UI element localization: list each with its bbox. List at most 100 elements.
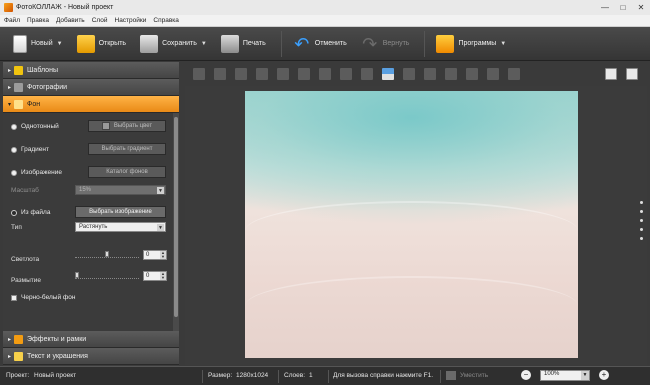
- gradient-option[interactable]: Градиент: [11, 146, 49, 153]
- undo-label: Отменить: [314, 40, 347, 47]
- collage-canvas[interactable]: [245, 91, 578, 358]
- lock-icon[interactable]: [508, 68, 520, 80]
- choose-gradient-label: Выбрать градиент: [101, 146, 153, 152]
- photos-icon: [14, 82, 24, 92]
- blur-slider[interactable]: [75, 272, 139, 279]
- star-icon[interactable]: [466, 68, 478, 80]
- color-swatch: [101, 122, 110, 130]
- programs-button[interactable]: Программы ▼: [431, 30, 511, 58]
- fit-icon[interactable]: [446, 371, 456, 380]
- bw-checkbox[interactable]: [11, 294, 17, 301]
- spinner-arrows-icon[interactable]: ▲ ▼: [160, 272, 166, 280]
- save-button[interactable]: Сохранить ▼: [135, 30, 212, 58]
- redo-icon: ↷: [362, 33, 378, 54]
- blur-value: 0: [146, 273, 150, 279]
- brightness-slider[interactable]: [75, 251, 139, 258]
- open-button[interactable]: Открыть: [72, 30, 132, 58]
- menu-layer[interactable]: Слой: [92, 17, 108, 24]
- perspective-icon[interactable]: [361, 68, 373, 80]
- menu-settings[interactable]: Настройки: [115, 17, 147, 24]
- title-bar: ФотоКОЛЛАЖ - Новый проект — □ ✕: [0, 0, 650, 15]
- accordion-photos[interactable]: ▸ Фотографии: [3, 79, 179, 96]
- accordion-effects[interactable]: ▸ Эффекты и рамки: [3, 331, 179, 348]
- accordion-background[interactable]: ▾ Фон: [3, 96, 179, 113]
- brightness-value: 0: [146, 252, 150, 258]
- from-file-option[interactable]: Из файла: [11, 209, 50, 216]
- size-value: 1280x1024: [236, 372, 269, 379]
- chevron-down-icon[interactable]: ▼: [500, 41, 506, 47]
- chevron-right-icon: ▸: [8, 84, 12, 91]
- side-panel-handle[interactable]: [640, 201, 643, 246]
- flip-icon[interactable]: [298, 68, 310, 80]
- chevron-right-icon: ▸: [8, 353, 12, 360]
- menu-file[interactable]: Файл: [4, 17, 20, 24]
- brightness-label: Светлота: [11, 256, 40, 263]
- spinner-arrows-icon[interactable]: ▲ ▼: [160, 251, 166, 259]
- print-button[interactable]: Печать: [216, 30, 271, 58]
- redo-label: Вернуть: [382, 40, 410, 47]
- redo-button[interactable]: ↷ Вернуть: [356, 30, 415, 58]
- blur-spinner[interactable]: 0 ▲ ▼: [143, 271, 167, 281]
- align-icon[interactable]: [277, 68, 289, 80]
- choose-image-button[interactable]: Выбрать изображение: [75, 206, 166, 218]
- brightness-spinner[interactable]: 0 ▲ ▼: [143, 250, 167, 260]
- left-panel: ▸ Шаблоны ▸ Фотографии ▾ Фон Однотонный …: [3, 62, 179, 366]
- from-file-radio[interactable]: [11, 209, 17, 216]
- undo-button[interactable]: ↶ Отменить: [288, 30, 352, 58]
- zoom-in-button[interactable]: +: [599, 370, 609, 380]
- maximize-button[interactable]: □: [614, 0, 632, 15]
- rotate-icon[interactable]: [319, 68, 331, 80]
- type-select[interactable]: Растянуть ▼: [75, 222, 166, 232]
- catalog-button[interactable]: Каталог фонов: [88, 166, 166, 178]
- crop-icon[interactable]: [403, 68, 415, 80]
- choose-gradient-button[interactable]: Выбрать градиент: [88, 143, 166, 155]
- accordion-templates[interactable]: ▸ Шаблоны: [3, 62, 179, 79]
- page-settings-icon[interactable]: [626, 68, 638, 80]
- slider-thumb[interactable]: [75, 272, 79, 278]
- choose-color-button[interactable]: Выбрать цвет: [88, 120, 166, 132]
- layer-backward-icon[interactable]: [214, 68, 226, 80]
- slider-thumb[interactable]: [105, 251, 109, 257]
- image-option[interactable]: Изображение: [11, 169, 62, 176]
- scrollbar-thumb[interactable]: [174, 117, 178, 317]
- zoom-out-button[interactable]: −: [521, 370, 531, 380]
- mirror-icon[interactable]: [340, 68, 352, 80]
- layer-forward-icon[interactable]: [235, 68, 247, 80]
- scale-value: 15%: [79, 187, 92, 193]
- fit-label[interactable]: Уместить: [460, 372, 488, 379]
- gear-icon[interactable]: [487, 68, 499, 80]
- layer-back-icon[interactable]: [193, 68, 205, 80]
- status-divider: [278, 370, 279, 383]
- programs-label: Программы: [458, 40, 497, 47]
- type-value: Растянуть: [79, 224, 108, 230]
- menu-help[interactable]: Справка: [153, 17, 179, 24]
- fill-icon[interactable]: [445, 68, 457, 80]
- printer-icon: [220, 34, 239, 53]
- chevron-down-icon: ▾: [8, 101, 12, 108]
- scale-select[interactable]: 15% ▼: [75, 185, 166, 195]
- minimize-button[interactable]: —: [596, 0, 614, 15]
- blur-label: Размытие: [11, 277, 42, 284]
- menu-add[interactable]: Добавить: [56, 17, 85, 24]
- bw-option[interactable]: Черно-белый фон: [11, 294, 75, 301]
- status-divider: [328, 370, 329, 383]
- gift-box-icon: [436, 34, 455, 53]
- delete-icon[interactable]: [424, 68, 436, 80]
- close-button[interactable]: ✕: [632, 0, 650, 15]
- menu-edit[interactable]: Правка: [27, 17, 49, 24]
- chevron-down-icon[interactable]: ▼: [57, 41, 63, 47]
- new-button[interactable]: Новый ▼: [8, 30, 68, 58]
- page-add-icon[interactable]: [605, 68, 617, 80]
- solid-label: Однотонный: [21, 123, 59, 130]
- chevron-down-icon[interactable]: ▼: [201, 41, 207, 47]
- zoom-select[interactable]: 100% ▼: [540, 370, 590, 381]
- panel-scrollbar[interactable]: [173, 113, 179, 331]
- layer-front-icon[interactable]: [256, 68, 268, 80]
- solid-option[interactable]: Однотонный: [11, 123, 59, 130]
- solid-radio[interactable]: [11, 123, 17, 130]
- accordion-templates-label: Шаблоны: [27, 66, 58, 74]
- gradient-radio[interactable]: [11, 146, 17, 153]
- layout-icon[interactable]: [382, 68, 394, 80]
- accordion-text[interactable]: ▸ Текст и украшения: [3, 348, 179, 365]
- image-radio[interactable]: [11, 169, 17, 176]
